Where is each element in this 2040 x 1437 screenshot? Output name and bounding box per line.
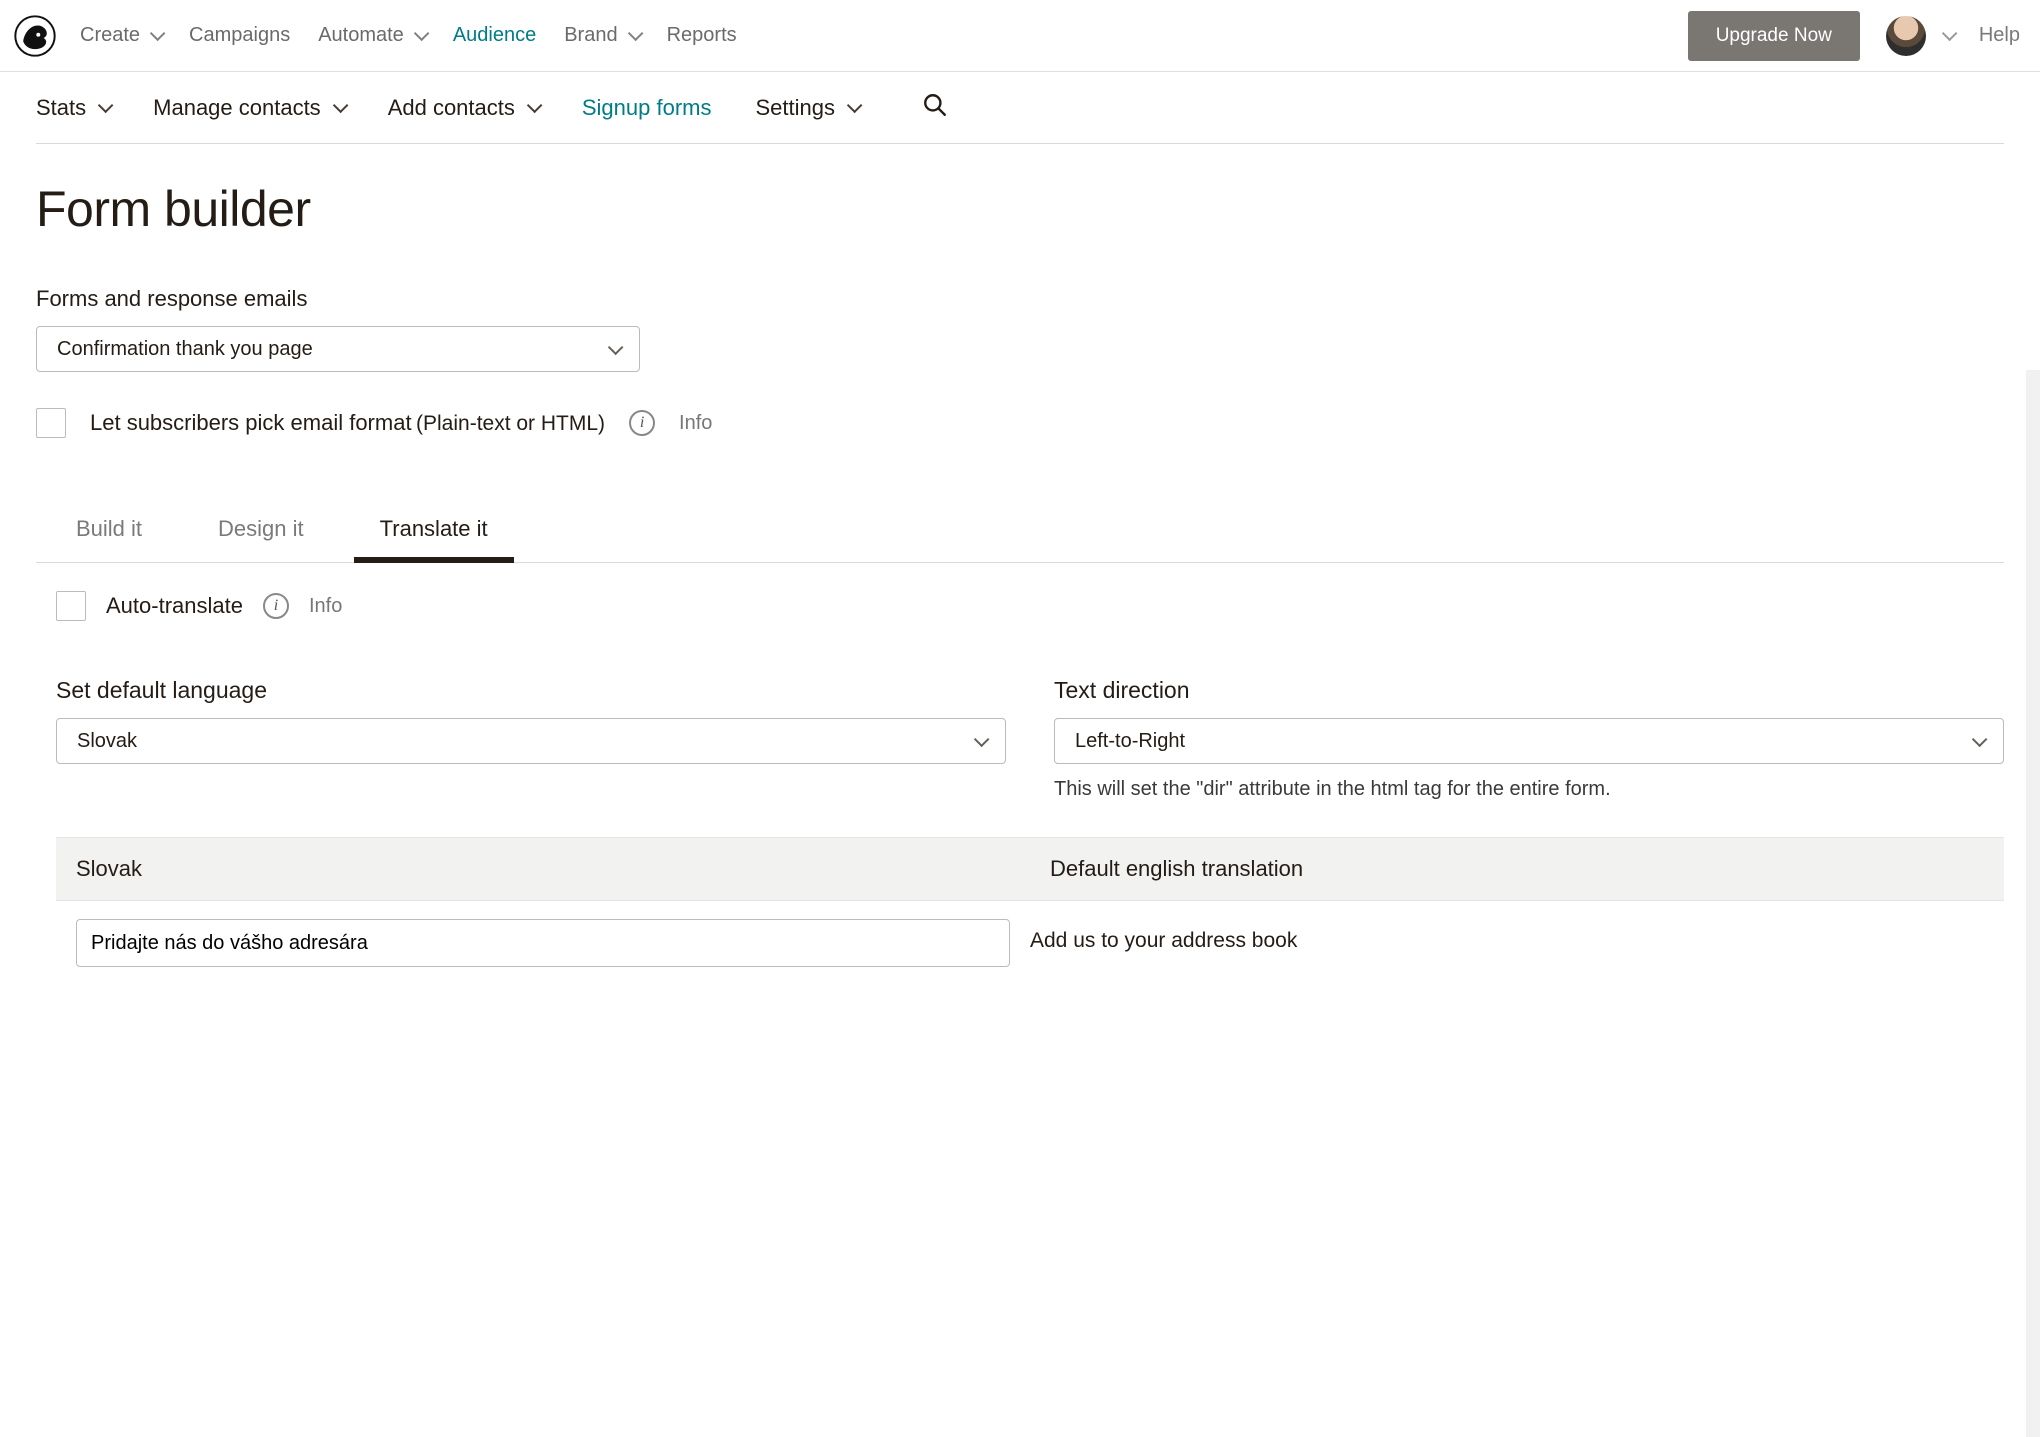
translation-col-lang: Slovak xyxy=(56,838,1030,900)
nav-campaigns[interactable]: Campaigns xyxy=(189,24,290,47)
subnav-manage-contacts-label: Manage contacts xyxy=(153,95,321,121)
text-direction-select[interactable]: Left-to-Right xyxy=(1054,718,2004,764)
nav-create[interactable]: Create xyxy=(80,24,161,47)
chevron-down-icon xyxy=(333,98,349,114)
content: Form builder Forms and response emails C… xyxy=(0,144,2040,1003)
chevron-down-icon xyxy=(627,26,643,42)
translation-row: Add us to your address book xyxy=(56,901,2004,967)
search-button[interactable] xyxy=(922,92,948,123)
subnav-signup-forms-label: Signup forms xyxy=(582,95,712,121)
chevron-down-icon xyxy=(1942,26,1958,42)
nav-campaigns-label: Campaigns xyxy=(189,24,290,47)
subnav-manage-contacts[interactable]: Manage contacts xyxy=(153,95,344,121)
translation-table: Slovak Default english translation Add u… xyxy=(56,837,2004,967)
text-direction-col: Text direction Left-to-Right This will s… xyxy=(1054,677,2004,801)
subnav-add-contacts-label: Add contacts xyxy=(388,95,515,121)
chevron-down-icon xyxy=(847,98,863,114)
chevron-down-icon xyxy=(1972,731,1988,747)
auto-translate-checkbox[interactable] xyxy=(56,591,86,621)
nav-audience[interactable]: Audience xyxy=(453,24,536,47)
search-icon xyxy=(922,92,948,118)
chevron-down-icon xyxy=(414,26,430,42)
scrollbar[interactable] xyxy=(2026,370,2040,1437)
auto-translate-label: Auto-translate xyxy=(106,593,243,619)
nav-brand-label: Brand xyxy=(564,24,617,47)
nav-reports-label: Reports xyxy=(667,24,737,47)
language-settings: Set default language Slovak Text directi… xyxy=(56,677,2004,801)
forms-select-value: Confirmation thank you page xyxy=(57,338,313,361)
subnav-stats-label: Stats xyxy=(36,95,86,121)
forms-section-label: Forms and response emails xyxy=(36,286,2004,312)
tab-translate-it[interactable]: Translate it xyxy=(370,498,498,562)
subnav-add-contacts[interactable]: Add contacts xyxy=(388,95,538,121)
chevron-down-icon xyxy=(608,339,624,355)
subnav-stats[interactable]: Stats xyxy=(36,95,109,121)
text-direction-help: This will set the "dir" attribute in the… xyxy=(1054,778,2004,801)
chevron-down-icon xyxy=(150,26,166,42)
tab-build-it[interactable]: Build it xyxy=(66,498,152,562)
help-link[interactable]: Help xyxy=(1979,24,2020,47)
chevron-down-icon xyxy=(98,98,114,114)
default-language-col: Set default language Slovak xyxy=(56,677,1006,801)
text-direction-value: Left-to-Right xyxy=(1075,730,1185,753)
account-menu[interactable] xyxy=(1886,16,1953,56)
default-language-label: Set default language xyxy=(56,677,1006,704)
let-subscribers-label-wrap: Let subscribers pick email format (Plain… xyxy=(90,410,605,436)
forms-select[interactable]: Confirmation thank you page xyxy=(36,326,640,372)
nav-brand[interactable]: Brand xyxy=(564,24,638,47)
nav-create-label: Create xyxy=(80,24,140,47)
translation-col-default: Default english translation xyxy=(1030,838,2004,900)
translation-english-value: Add us to your address book xyxy=(1030,919,2004,967)
nav-audience-label: Audience xyxy=(453,24,536,47)
subnav-settings[interactable]: Settings xyxy=(756,95,859,121)
info-text: Info xyxy=(679,412,712,435)
let-subscribers-row: Let subscribers pick email format (Plain… xyxy=(36,408,2004,438)
translation-input[interactable] xyxy=(76,919,1010,967)
topnav: Create Campaigns Automate Audience Brand… xyxy=(80,24,1688,47)
upgrade-button[interactable]: Upgrade Now xyxy=(1688,11,1860,61)
auto-translate-row: Auto-translate i Info xyxy=(56,591,2004,621)
text-direction-label: Text direction xyxy=(1054,677,2004,704)
subnav-signup-forms[interactable]: Signup forms xyxy=(582,95,712,121)
logo-mailchimp[interactable] xyxy=(14,15,56,57)
topbar-right: Upgrade Now Help xyxy=(1688,11,2020,61)
mailchimp-icon xyxy=(14,15,56,57)
chevron-down-icon xyxy=(974,731,990,747)
translate-panel: Auto-translate i Info Set default langua… xyxy=(36,563,2004,967)
let-subscribers-checkbox[interactable] xyxy=(36,408,66,438)
translation-input-cell xyxy=(56,919,1030,967)
info-icon[interactable]: i xyxy=(629,410,655,436)
avatar xyxy=(1886,16,1926,56)
let-subscribers-sub: (Plain-text or HTML) xyxy=(416,412,605,435)
chevron-down-icon xyxy=(527,98,543,114)
info-text: Info xyxy=(309,595,342,618)
let-subscribers-label: Let subscribers pick email format xyxy=(90,410,412,435)
translation-table-head: Slovak Default english translation xyxy=(56,837,2004,901)
nav-reports[interactable]: Reports xyxy=(667,24,737,47)
tab-design-it[interactable]: Design it xyxy=(208,498,314,562)
page-title: Form builder xyxy=(36,180,2004,238)
default-language-value: Slovak xyxy=(77,730,137,753)
subnav: Stats Manage contacts Add contacts Signu… xyxy=(0,72,2040,144)
subnav-settings-label: Settings xyxy=(756,95,836,121)
info-icon[interactable]: i xyxy=(263,593,289,619)
nav-automate[interactable]: Automate xyxy=(318,24,425,47)
nav-automate-label: Automate xyxy=(318,24,404,47)
tabs: Build it Design it Translate it xyxy=(36,498,2004,563)
default-language-select[interactable]: Slovak xyxy=(56,718,1006,764)
topbar: Create Campaigns Automate Audience Brand… xyxy=(0,0,2040,72)
